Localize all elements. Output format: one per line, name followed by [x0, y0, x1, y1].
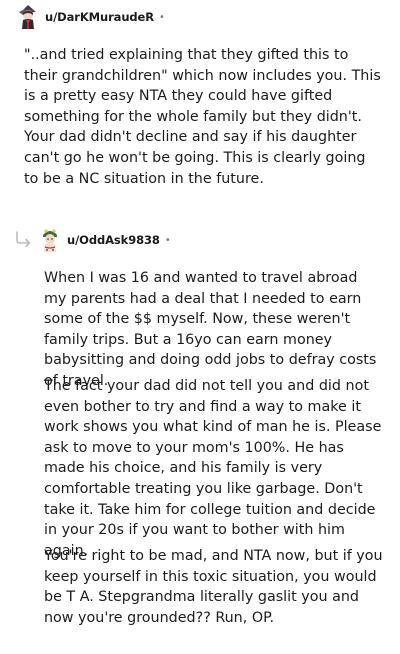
comment-2-paragraph-3: You're right to be mad, and NTA now, but… [44, 548, 383, 626]
comment-1-separator: • [159, 11, 165, 23]
user-avatar-icon[interactable] [16, 3, 40, 31]
reply-arrow-icon [14, 231, 34, 248]
user-avatar-icon[interactable] [38, 226, 62, 254]
comment-1-body: "..and tried explaining that they gifted… [24, 47, 381, 187]
comment-2-paragraph-1: When I was 16 and wanted to travel abroa… [44, 270, 377, 389]
comment-2-username[interactable]: u/OddAsk9838 [67, 233, 160, 247]
comment-2-header: u/OddAsk9838 • [38, 226, 171, 254]
comment-1-username[interactable]: u/DarKMuraudeR [45, 10, 154, 24]
comment-2-separator: • [164, 234, 171, 246]
comment-2-paragraph-2: The fact your dad did not tell you and d… [44, 378, 382, 559]
comment-1-header: u/DarKMuraudeR • [16, 3, 165, 31]
